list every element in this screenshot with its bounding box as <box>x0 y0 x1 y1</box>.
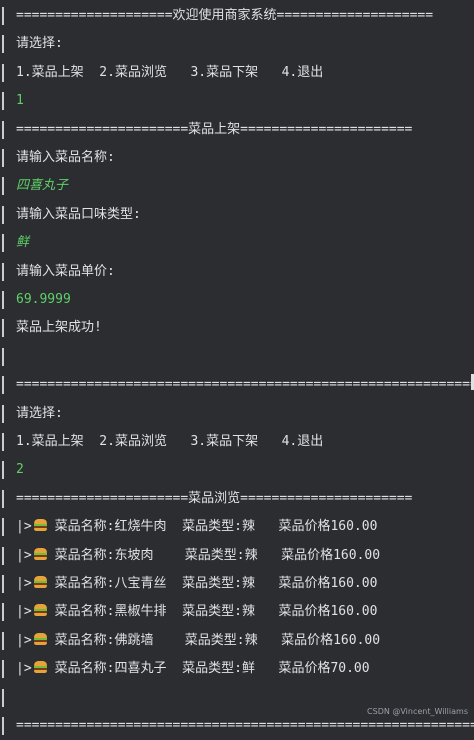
output-text: ======================菜品上架==============… <box>16 122 413 137</box>
dish-info: 菜品名称:黑椒牛排 菜品类型:辣 菜品价格160.00 <box>54 604 378 619</box>
console-line: 1.菜品上架 2.菜品浏览 3.菜品下架 4.退出 <box>0 59 474 87</box>
line-gutter-bar <box>2 263 4 281</box>
output-text: 菜品上架成功! <box>16 320 102 335</box>
console-line: 请选择: <box>0 400 474 428</box>
line-gutter-bar <box>2 405 4 423</box>
console-line: 1.菜品上架 2.菜品浏览 3.菜品下架 4.退出 <box>0 428 474 456</box>
console-line: 请输入菜品名称: <box>0 144 474 172</box>
output-text: 请输入菜品单价: <box>16 264 115 279</box>
dish-row: |> 菜品名称:四喜丸子 菜品类型:鲜 菜品价格70.00 <box>0 655 474 683</box>
dish-info: 菜品名称:东坡肉 菜品类型:辣 菜品价格160.00 <box>54 548 381 563</box>
console-line: 请输入菜品单价: <box>0 258 474 286</box>
output-text: 请选择: <box>16 406 63 421</box>
line-gutter-bar <box>2 291 4 309</box>
watermark: CSDN @Vincent_Williams <box>367 707 468 716</box>
hamburger-icon <box>33 604 47 616</box>
input-text: 鲜 <box>16 235 30 250</box>
dish-row: |> 菜品名称:佛跳墙 菜品类型:辣 菜品价格160.00 <box>0 627 474 655</box>
dish-info: 菜品名称:佛跳墙 菜品类型:辣 菜品价格160.00 <box>54 633 381 648</box>
line-gutter-bar <box>2 689 4 707</box>
user-input-line: 四喜丸子 <box>0 172 474 200</box>
dish-prefix: |> <box>16 519 32 534</box>
dish-row: |> 菜品名称:东坡肉 菜品类型:辣 菜品价格160.00 <box>0 542 474 570</box>
input-text: 四喜丸子 <box>16 178 69 193</box>
output-text: 请输入菜品口味类型: <box>16 207 141 222</box>
hamburger-icon <box>33 576 47 588</box>
output-text: ====================欢迎使用商家系统============… <box>16 8 434 23</box>
console-line: 菜品上架成功! <box>0 314 474 342</box>
output-text: 请输入菜品名称: <box>16 150 115 165</box>
line-gutter-bar <box>2 575 4 593</box>
line-gutter-bar <box>2 433 4 451</box>
output-text: ======================菜品浏览==============… <box>16 491 413 506</box>
hamburger-icon <box>33 661 47 673</box>
output-text: 1.菜品上架 2.菜品浏览 3.菜品下架 4.退出 <box>16 434 324 449</box>
dish-prefix: |> <box>16 576 32 591</box>
line-gutter-bar <box>2 547 4 565</box>
dish-row: |> 菜品名称:红烧牛肉 菜品类型:辣 菜品价格160.00 <box>0 513 474 541</box>
line-gutter-bar <box>2 149 4 167</box>
line-gutter-bar <box>2 518 4 536</box>
dish-row: |> 菜品名称:八宝青丝 菜品类型:辣 菜品价格160.00 <box>0 570 474 598</box>
user-input-line: 69.9999 <box>0 286 474 314</box>
line-gutter-bar <box>2 348 4 366</box>
dish-prefix: |> <box>16 661 32 676</box>
line-gutter-bar <box>2 7 4 25</box>
output-text: 1.菜品上架 2.菜品浏览 3.菜品下架 4.退出 <box>16 65 324 80</box>
line-gutter-bar <box>2 92 4 110</box>
line-gutter-bar <box>2 717 4 735</box>
dish-row: |> 菜品名称:黑椒牛排 菜品类型:辣 菜品价格160.00 <box>0 598 474 626</box>
user-input-line: 1 <box>0 87 474 115</box>
console-line: ======================菜品上架==============… <box>0 116 474 144</box>
output-text: ========================================… <box>16 377 474 392</box>
input-text: 2 <box>16 462 24 477</box>
dish-prefix: |> <box>16 604 32 619</box>
console-line: ====================欢迎使用商家系统============… <box>0 2 474 30</box>
line-gutter-bar <box>2 319 4 337</box>
user-input-line: 2 <box>0 456 474 484</box>
dish-info: 菜品名称:八宝青丝 菜品类型:辣 菜品价格160.00 <box>54 576 378 591</box>
hamburger-icon <box>33 633 47 645</box>
dish-info: 菜品名称:红烧牛肉 菜品类型:辣 菜品价格160.00 <box>54 519 378 534</box>
console-line: 请选择: <box>0 30 474 58</box>
line-gutter-bar <box>2 64 4 82</box>
output-text: ========================================… <box>16 718 474 733</box>
line-gutter-bar <box>2 121 4 139</box>
line-gutter-bar <box>2 376 4 394</box>
output-text: 请选择: <box>16 36 63 51</box>
input-text: 1 <box>16 93 24 108</box>
line-gutter-bar <box>2 660 4 678</box>
line-gutter-bar <box>2 490 4 508</box>
line-gutter-bar <box>2 234 4 252</box>
line-gutter-bar <box>2 35 4 53</box>
dish-prefix: |> <box>16 633 32 648</box>
hamburger-icon <box>33 548 47 560</box>
line-gutter-bar <box>2 461 4 479</box>
console-line: ======================菜品浏览==============… <box>0 485 474 513</box>
console-line: ========================================… <box>0 712 474 740</box>
line-gutter-bar <box>2 632 4 650</box>
dish-info: 菜品名称:四喜丸子 菜品类型:鲜 菜品价格70.00 <box>54 661 370 676</box>
run-console[interactable]: ====================欢迎使用商家系统============… <box>0 0 474 735</box>
line-gutter-bar <box>2 603 4 621</box>
console-line <box>0 343 474 371</box>
line-gutter-bar <box>2 177 4 195</box>
user-input-line: 鲜 <box>0 229 474 257</box>
hamburger-icon <box>33 519 47 531</box>
input-text: 69.9999 <box>16 292 71 307</box>
line-gutter-bar <box>2 206 4 224</box>
dish-prefix: |> <box>16 548 32 563</box>
console-line: 请输入菜品口味类型: <box>0 201 474 229</box>
console-line: ========================================… <box>0 371 474 399</box>
